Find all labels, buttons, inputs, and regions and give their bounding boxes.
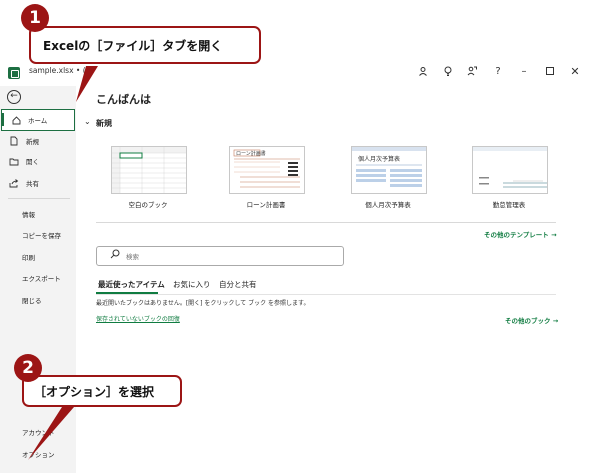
step-1-badge: 1 [21, 4, 49, 32]
callout-2-pointer [28, 407, 74, 460]
callout-step-1: Excelの［ファイル］タブを開く [29, 26, 261, 64]
step-2-badge: 2 [14, 354, 42, 382]
callout-step-2: ［オプション］を選択 [22, 375, 182, 407]
callout-1-pointer [76, 66, 98, 102]
callout-step-1-text: Excelの［ファイル］タブを開く [43, 38, 223, 53]
callout-step-2-text: ［オプション］を選択 [34, 384, 155, 399]
